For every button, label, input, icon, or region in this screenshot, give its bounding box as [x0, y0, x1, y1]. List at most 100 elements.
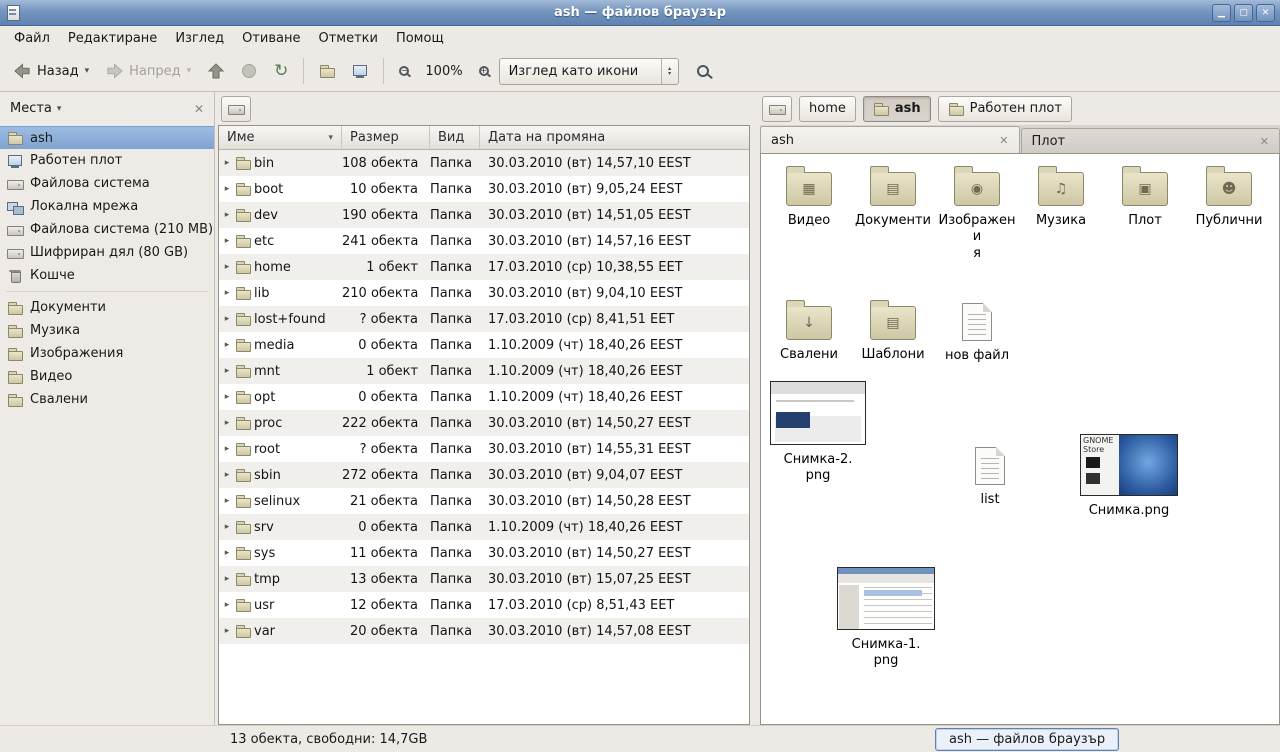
sidebar-place-item[interactable]: Файлова система (210 MB) [0, 218, 214, 241]
list-item[interactable]: ▤ Шаблони [851, 298, 935, 364]
table-row[interactable]: ▸ usr 12 обекта Папка 17.03.2010 (ср) 8,… [219, 592, 749, 618]
table-row[interactable]: ▸ home 1 обект Папка 17.03.2010 (ср) 10,… [219, 254, 749, 280]
sidebar-bookmark-item[interactable]: Видео [0, 365, 214, 388]
table-row[interactable]: ▸ sbin 272 обекта Папка 30.03.2010 (вт) … [219, 462, 749, 488]
menu-item[interactable]: Редактиране [59, 26, 166, 51]
expander-icon[interactable]: ▸ [222, 366, 232, 376]
view-mode-select[interactable]: Изглед като икони ▴▾ [499, 58, 679, 85]
window-list-button[interactable]: ash — файлов браузър [935, 728, 1119, 751]
list-item[interactable]: GNOME Store Снимка.png [1077, 434, 1181, 519]
zoom-out-button[interactable]: − [392, 61, 416, 81]
menu-item[interactable]: Помощ [387, 26, 453, 51]
list-item[interactable]: Снимка-1. png [834, 567, 938, 670]
table-row[interactable]: ▸ srv 0 обекта Папка 1.10.2009 (чт) 18,4… [219, 514, 749, 540]
tab-close-icon[interactable]: ✕ [999, 134, 1008, 147]
expander-icon[interactable]: ▸ [222, 262, 232, 272]
menu-item[interactable]: Отиване [233, 26, 309, 51]
sidebar-bookmark-item[interactable]: Музика [0, 319, 214, 342]
column-header-modified[interactable]: Дата на промяна [480, 126, 749, 150]
list-item[interactable]: ▤ Документи [851, 164, 935, 262]
table-row[interactable]: ▸ boot 10 обекта Папка 30.03.2010 (вт) 9… [219, 176, 749, 202]
back-button[interactable]: Назад ▾ [7, 58, 96, 84]
sidebar-bookmark-item[interactable]: Изображения [0, 342, 214, 365]
sidebar-place-item[interactable]: ash [0, 126, 214, 149]
list-item[interactable]: ▣ Плот [1103, 164, 1187, 262]
expander-icon[interactable]: ▸ [222, 470, 232, 480]
sidebar-place-item[interactable]: Локална мрежа [0, 195, 214, 218]
list-item[interactable]: ☻ Публични [1187, 164, 1271, 262]
menu-item[interactable]: Файл [5, 26, 59, 51]
list-item[interactable]: ↓ Свалени [767, 298, 851, 364]
close-button[interactable]: ✕ [1256, 4, 1275, 22]
sidebar-place-item[interactable]: Кошче [0, 264, 214, 287]
expander-icon[interactable]: ▸ [222, 340, 232, 350]
expander-icon[interactable]: ▸ [222, 522, 232, 532]
forward-button[interactable]: Напред ▾ [99, 58, 198, 84]
table-row[interactable]: ▸ lib 210 обекта Папка 30.03.2010 (вт) 9… [219, 280, 749, 306]
sidebar-place-item[interactable]: Работен плот [0, 149, 214, 172]
tab[interactable]: ash ✕ [760, 126, 1020, 153]
sidebar-bookmark-item[interactable]: Свалени [0, 388, 214, 411]
table-row[interactable]: ▸ var 20 обекта Папка 30.03.2010 (вт) 14… [219, 618, 749, 644]
expander-icon[interactable]: ▸ [222, 418, 232, 428]
expander-icon[interactable]: ▸ [222, 600, 232, 610]
expander-icon[interactable]: ▸ [222, 496, 232, 506]
table-row[interactable]: ▸ lost+found ? обекта Папка 17.03.2010 (… [219, 306, 749, 332]
pane-splitter[interactable] [753, 92, 760, 725]
table-row[interactable]: ▸ etc 241 обекта Папка 30.03.2010 (вт) 1… [219, 228, 749, 254]
list-item[interactable]: ♫ Музика [1019, 164, 1103, 262]
stop-button[interactable] [234, 58, 264, 84]
expander-icon[interactable]: ▸ [222, 626, 232, 636]
table-row[interactable]: ▸ root ? обекта Папка 30.03.2010 (вт) 14… [219, 436, 749, 462]
table-row[interactable]: ▸ sys 11 обекта Папка 30.03.2010 (вт) 14… [219, 540, 749, 566]
table-row[interactable]: ▸ mnt 1 обект Папка 1.10.2009 (чт) 18,40… [219, 358, 749, 384]
table-row[interactable]: ▸ selinux 21 обекта Папка 30.03.2010 (вт… [219, 488, 749, 514]
sidebar-bookmark-item[interactable]: Документи [0, 296, 214, 319]
path-segment-button[interactable]: ash [863, 96, 931, 122]
column-header-name[interactable]: Име ▾ [219, 126, 342, 150]
table-row[interactable]: ▸ dev 190 обекта Папка 30.03.2010 (вт) 1… [219, 202, 749, 228]
filesystem-root-button[interactable] [221, 96, 251, 122]
maximize-button[interactable]: ▢ [1234, 4, 1253, 22]
sidebar-place-item[interactable]: Шифриран дял (80 GB) [0, 241, 214, 264]
expander-icon[interactable]: ▸ [222, 444, 232, 454]
expander-icon[interactable]: ▸ [222, 548, 232, 558]
list-item[interactable]: Снимка-2. png [766, 381, 870, 485]
search-button[interactable] [690, 60, 716, 82]
list-item[interactable]: ◉ Изображени я [935, 164, 1019, 262]
path-root-button[interactable] [762, 96, 792, 122]
path-segment-button[interactable]: home [799, 96, 856, 122]
zoom-in-button[interactable]: + [472, 61, 496, 81]
list-item[interactable]: нов файл [935, 298, 1019, 364]
list-item[interactable]: list [938, 442, 1042, 508]
table-row[interactable]: ▸ tmp 13 обекта Папка 30.03.2010 (вт) 15… [219, 566, 749, 592]
sidebar-header[interactable]: Места ▾ ✕ [0, 92, 214, 125]
reload-button[interactable]: ↻ [267, 58, 295, 85]
icon-view-canvas[interactable]: ▦ Видео ▤ Документи [760, 153, 1280, 725]
expander-icon[interactable]: ▸ [222, 236, 232, 246]
column-header-type[interactable]: Вид [430, 126, 480, 150]
list-item[interactable]: ▦ Видео [767, 164, 851, 262]
path-segment-button[interactable]: Работен плот [938, 96, 1072, 122]
table-row[interactable]: ▸ bin 108 обекта Папка 30.03.2010 (вт) 1… [219, 150, 749, 176]
expander-icon[interactable]: ▸ [222, 288, 232, 298]
table-row[interactable]: ▸ proc 222 обекта Папка 30.03.2010 (вт) … [219, 410, 749, 436]
tab-close-icon[interactable]: ✕ [1260, 135, 1269, 148]
menu-item[interactable]: Изглед [166, 26, 233, 51]
minimize-button[interactable]: ▁ [1212, 4, 1231, 22]
expander-icon[interactable]: ▸ [222, 314, 232, 324]
home-button[interactable] [312, 58, 342, 84]
computer-button[interactable] [345, 58, 375, 84]
up-button[interactable] [201, 58, 231, 84]
expander-icon[interactable]: ▸ [222, 210, 232, 220]
expander-icon[interactable]: ▸ [222, 158, 232, 168]
column-header-size[interactable]: Размер [342, 126, 430, 150]
table-row[interactable]: ▸ opt 0 обекта Папка 1.10.2009 (чт) 18,4… [219, 384, 749, 410]
tab[interactable]: Плот ✕ [1021, 128, 1280, 153]
expander-icon[interactable]: ▸ [222, 574, 232, 584]
table-row[interactable]: ▸ media 0 обекта Папка 1.10.2009 (чт) 18… [219, 332, 749, 358]
sidebar-close-icon[interactable]: ✕ [194, 102, 204, 116]
menu-item[interactable]: Отметки [309, 26, 386, 51]
expander-icon[interactable]: ▸ [222, 392, 232, 402]
expander-icon[interactable]: ▸ [222, 184, 232, 194]
